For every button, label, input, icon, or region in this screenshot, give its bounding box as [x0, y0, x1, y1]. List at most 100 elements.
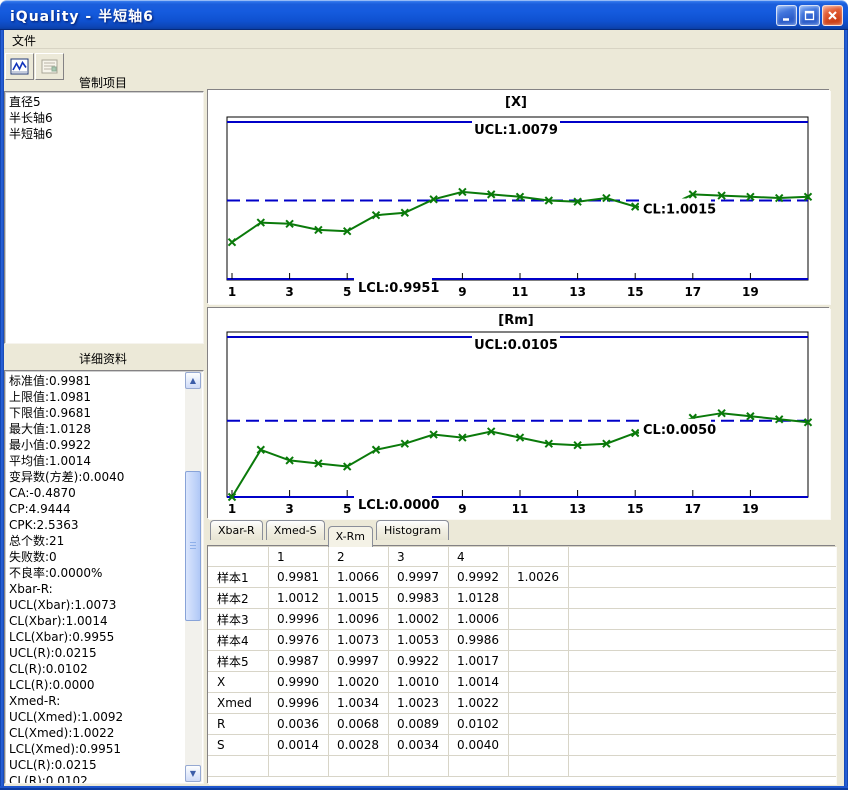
table-cell[interactable]: 0.9990 [269, 672, 329, 693]
table-cell[interactable] [509, 609, 569, 630]
detail-item: UCL(Xbar):1.0073 [9, 597, 185, 613]
table-cell[interactable] [509, 714, 569, 735]
table-cell[interactable]: 1.0034 [329, 693, 389, 714]
svg-text:[Rm]: [Rm] [498, 313, 533, 328]
table-cell[interactable]: 0.9986 [449, 630, 509, 651]
details-list: 标准值:0.9981上限值:1.0981下限值:0.9681最大值:1.0128… [4, 370, 204, 784]
table-cell[interactable]: 1.0012 [269, 588, 329, 609]
row-header: Xmed [209, 693, 269, 714]
table-cell[interactable] [569, 735, 836, 756]
table-cell[interactable]: 1.0022 [449, 693, 509, 714]
table-cell[interactable]: 1.0053 [389, 630, 449, 651]
table-cell[interactable] [509, 756, 569, 777]
table-cell[interactable]: 0.0014 [269, 735, 329, 756]
app-window: iQuality - 半短轴6 文件 [0, 0, 848, 790]
menubar: 文件 [4, 30, 844, 49]
table-cell[interactable] [569, 567, 836, 588]
table-cell[interactable]: 0.9996 [269, 609, 329, 630]
line-chart-icon [10, 58, 30, 76]
control-item[interactable]: 直径5 [9, 94, 203, 110]
control-items-list: 直径5半长轴6半短轴6 [4, 91, 204, 344]
table-cell[interactable]: 1.0026 [509, 567, 569, 588]
table-cell[interactable] [509, 735, 569, 756]
detail-item: CPK:2.5363 [9, 517, 185, 533]
table-cell[interactable] [269, 756, 329, 777]
table-cell[interactable]: 1.0096 [329, 609, 389, 630]
table-row: X0.99901.00201.00101.0014 [209, 672, 836, 693]
x-control-chart: [X]13591113151719UCL:1.0079CL:1.0015LCL:… [208, 90, 830, 304]
table-cell[interactable]: 0.9976 [269, 630, 329, 651]
column-header: 4 [449, 547, 509, 567]
table-cell[interactable] [569, 672, 836, 693]
table-cell[interactable]: 0.0034 [389, 735, 449, 756]
table-cell[interactable]: 1.0066 [329, 567, 389, 588]
table-cell[interactable]: 0.9997 [329, 651, 389, 672]
table-cell[interactable]: 0.9996 [269, 693, 329, 714]
table-cell[interactable]: 0.9983 [389, 588, 449, 609]
table-cell[interactable]: 0.0102 [449, 714, 509, 735]
table-cell[interactable]: 1.0020 [329, 672, 389, 693]
table-cell[interactable] [509, 672, 569, 693]
table-cell[interactable]: 1.0010 [389, 672, 449, 693]
tab-x-rm[interactable]: X-Rm [328, 526, 373, 547]
window-border-right [844, 30, 848, 790]
detail-item: LCL(Xbar):0.9955 [9, 629, 185, 645]
table-cell[interactable]: 1.0015 [329, 588, 389, 609]
table-cell[interactable] [569, 630, 836, 651]
detail-item: 总个数:21 [9, 533, 185, 549]
table-cell[interactable] [569, 756, 836, 777]
table-cell[interactable] [569, 651, 836, 672]
table-cell[interactable] [569, 609, 836, 630]
control-item[interactable]: 半短轴6 [9, 126, 203, 142]
scroll-thumb[interactable] [185, 471, 201, 621]
x-chart-panel: [X]13591113151719UCL:1.0079CL:1.0015LCL:… [208, 90, 830, 304]
table-cell[interactable]: 0.0028 [329, 735, 389, 756]
table-cell[interactable]: 0.0089 [389, 714, 449, 735]
close-button[interactable] [822, 5, 843, 26]
table-cell[interactable]: 1.0023 [389, 693, 449, 714]
details-header: 详细资料 [4, 350, 202, 367]
tab-histogram[interactable]: Histogram [376, 520, 449, 540]
tab-xbar-r[interactable]: Xbar-R [210, 520, 263, 540]
table-cell[interactable]: 0.9987 [269, 651, 329, 672]
table-cell[interactable]: 1.0128 [449, 588, 509, 609]
column-header: 2 [329, 547, 389, 567]
table-cell[interactable] [509, 651, 569, 672]
table-cell[interactable]: 0.9992 [449, 567, 509, 588]
table-cell[interactable]: 1.0006 [449, 609, 509, 630]
table-cell[interactable]: 0.9922 [389, 651, 449, 672]
close-icon [826, 9, 839, 22]
table-cell[interactable] [509, 693, 569, 714]
table-cell[interactable] [329, 756, 389, 777]
table-cell[interactable] [509, 588, 569, 609]
table-cell[interactable]: 1.0073 [329, 630, 389, 651]
table-cell[interactable]: 1.0002 [389, 609, 449, 630]
svg-text:19: 19 [742, 502, 759, 516]
svg-text:3: 3 [285, 285, 293, 299]
table-cell[interactable]: 1.0014 [449, 672, 509, 693]
svg-text:UCL:0.0105: UCL:0.0105 [474, 338, 558, 353]
table-cell[interactable]: 0.0040 [449, 735, 509, 756]
menu-item-file[interactable]: 文件 [4, 30, 44, 51]
detail-item: 上限值:1.0981 [9, 389, 185, 405]
table-cell[interactable] [569, 714, 836, 735]
table-cell[interactable]: 0.0068 [329, 714, 389, 735]
control-item[interactable]: 半长轴6 [9, 110, 203, 126]
table-cell[interactable]: 0.9981 [269, 567, 329, 588]
svg-text:15: 15 [627, 502, 644, 516]
table-cell[interactable] [569, 693, 836, 714]
details-scrollbar[interactable]: ▲ ▼ [185, 372, 202, 782]
table-cell[interactable] [389, 756, 449, 777]
table-cell[interactable] [569, 588, 836, 609]
tab-xmed-s[interactable]: Xmed-S [266, 520, 325, 540]
table-cell[interactable]: 0.0036 [269, 714, 329, 735]
table-cell[interactable]: 1.0017 [449, 651, 509, 672]
detail-item: 下限值:0.9681 [9, 405, 185, 421]
maximize-button[interactable] [799, 5, 820, 26]
scroll-up-button[interactable]: ▲ [185, 372, 201, 389]
minimize-button[interactable] [776, 5, 797, 26]
table-cell[interactable] [509, 630, 569, 651]
table-cell[interactable] [449, 756, 509, 777]
table-cell[interactable]: 0.9997 [389, 567, 449, 588]
scroll-down-button[interactable]: ▼ [185, 765, 201, 782]
